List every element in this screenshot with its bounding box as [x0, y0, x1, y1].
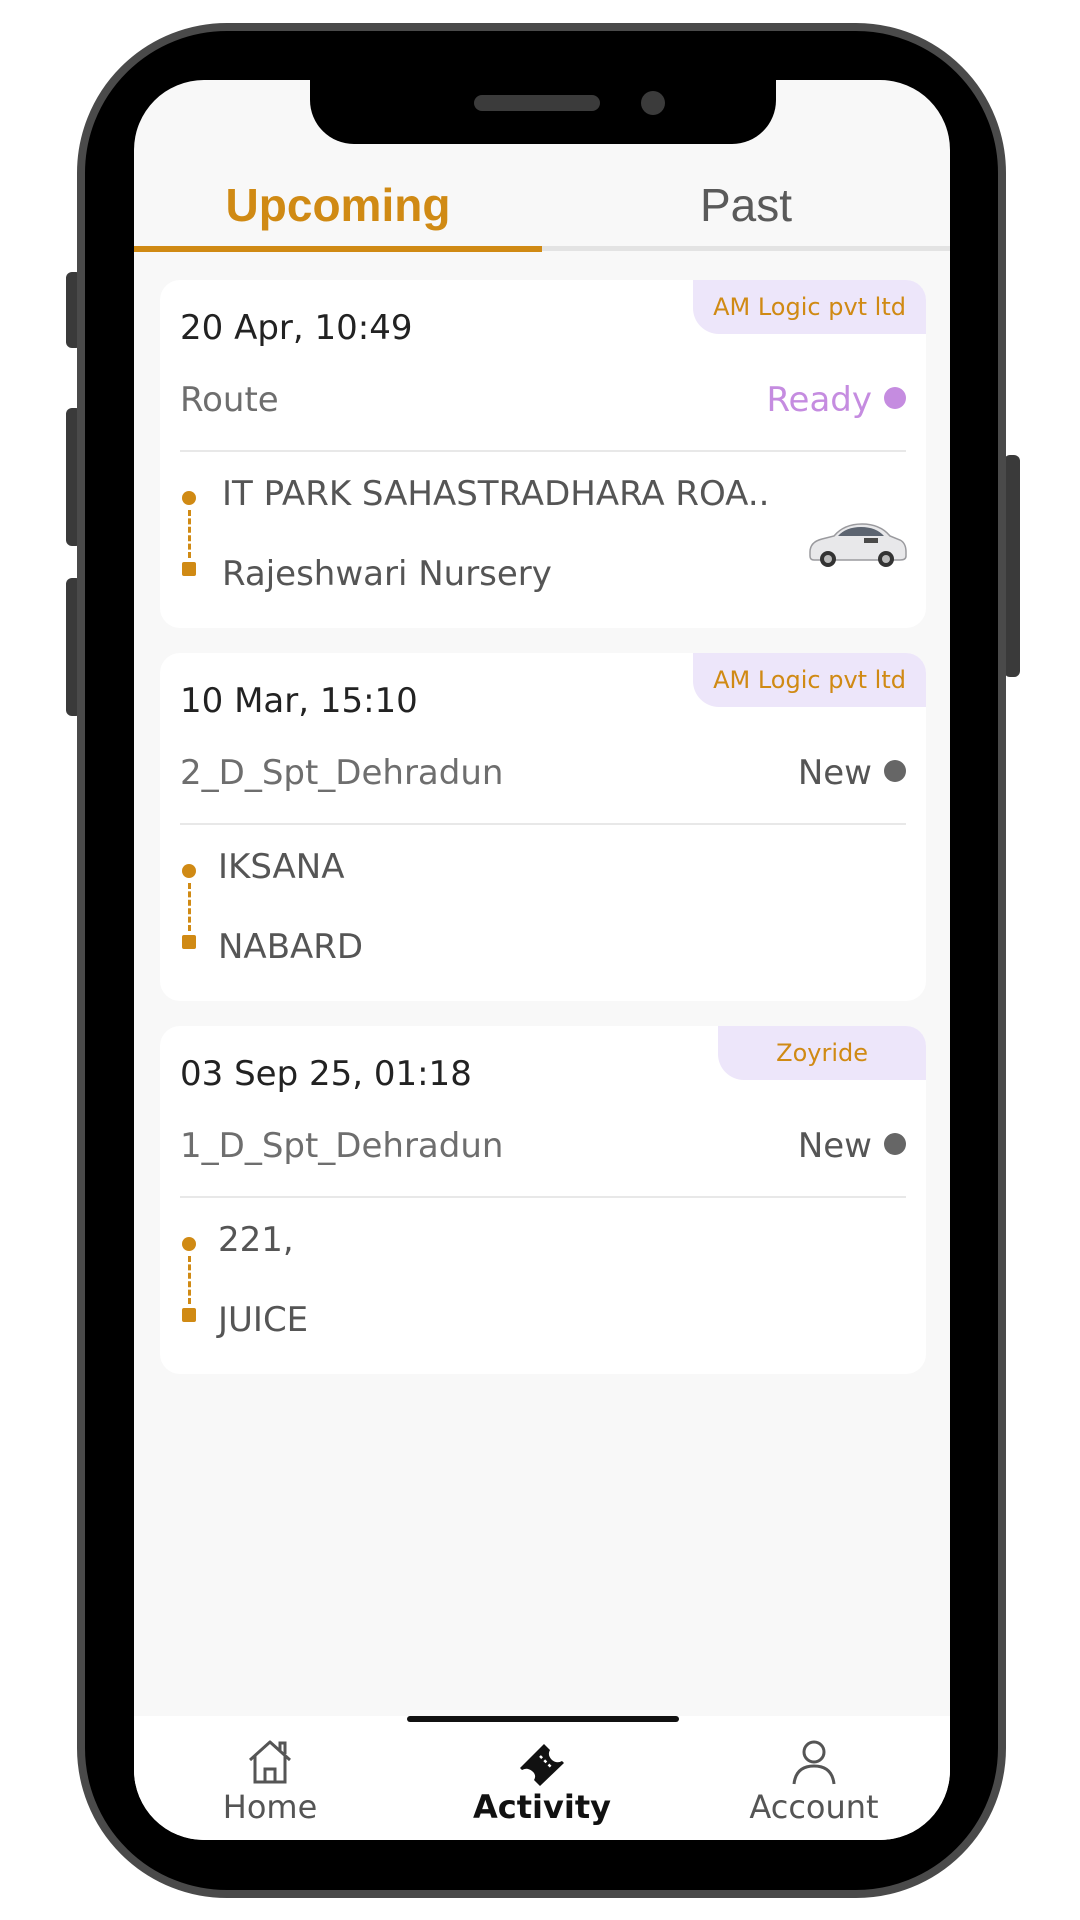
status-dot — [884, 386, 906, 409]
drop-address: NABARD — [218, 927, 364, 967]
car-icon — [809, 523, 907, 567]
nav-home[interactable]: Home — [134, 1728, 406, 1838]
pickup-dot-icon — [182, 491, 196, 505]
nav-activity-label: Activity — [473, 1788, 611, 1826]
tab-active-indicator — [134, 246, 542, 252]
tab-past[interactable]: Past — [542, 160, 950, 250]
ride-datetime: 03 Sep 25, 01:18 — [180, 1054, 472, 1094]
ticket-icon — [520, 1744, 564, 1786]
pickup-address: 221, — [218, 1220, 294, 1260]
drop-address: JUICE — [218, 1300, 309, 1340]
pickup-address: IT PARK SAHASTRADHARA ROA.. — [222, 474, 770, 514]
company-badge: AM Logic pvt ltd — [693, 280, 926, 334]
route-line — [188, 883, 191, 931]
ride-route: Route — [180, 380, 279, 420]
ride-tabs: Upcoming Past — [134, 160, 950, 250]
home-icon — [248, 1740, 292, 1784]
ride-card[interactable]: AM Logic pvt ltd 20 Apr, 10:49 Route Rea… — [160, 280, 926, 628]
status-dot — [884, 759, 906, 782]
company-badge: AM Logic pvt ltd — [693, 653, 926, 707]
divider — [180, 1196, 906, 1198]
ride-card[interactable]: Zoyride 03 Sep 25, 01:18 1_D_Spt_Dehradu… — [160, 1026, 926, 1374]
front-camera — [641, 91, 665, 115]
ride-status: New — [798, 753, 906, 793]
drop-square-icon — [182, 1308, 196, 1322]
ride-route: 1_D_Spt_Dehradun — [180, 1126, 504, 1166]
ride-datetime: 10 Mar, 15:10 — [180, 681, 418, 721]
tab-upcoming[interactable]: Upcoming — [134, 160, 542, 250]
drop-square-icon — [182, 562, 196, 576]
ride-status: Ready — [766, 380, 906, 420]
status-label: New — [797, 753, 872, 793]
drop-address: Rajeshwari Nursery — [222, 554, 552, 594]
pickup-dot-icon — [182, 864, 196, 878]
status-dot — [884, 1132, 906, 1155]
divider — [180, 450, 906, 452]
nav-account-label: Account — [749, 1788, 879, 1826]
pickup-dot-icon — [182, 1237, 196, 1251]
nav-account[interactable]: Account — [678, 1728, 950, 1838]
bottom-navigation: Home Activity Account — [134, 1716, 950, 1840]
ride-status: New — [798, 1126, 906, 1166]
ride-card[interactable]: AM Logic pvt ltd 10 Mar, 15:10 2_D_Spt_D… — [160, 653, 926, 1001]
ride-datetime: 20 Apr, 10:49 — [180, 308, 413, 348]
notch — [310, 80, 776, 144]
nav-activity[interactable]: Activity — [406, 1728, 678, 1838]
app-screen: Upcoming Past AM Logic pvt ltd 20 Apr, 1… — [134, 80, 950, 1840]
ride-route: 2_D_Spt_Dehradun — [180, 753, 504, 793]
pickup-address: IKSANA — [218, 847, 345, 887]
nav-active-indicator — [407, 1716, 679, 1722]
status-label: New — [797, 1126, 872, 1166]
route-line — [188, 510, 191, 558]
user-icon — [792, 1740, 836, 1785]
drop-square-icon — [182, 935, 196, 949]
speaker — [474, 95, 600, 111]
company-badge: Zoyride — [718, 1026, 926, 1080]
nav-home-label: Home — [222, 1788, 318, 1826]
power-button — [1004, 455, 1020, 677]
route-line — [188, 1256, 191, 1304]
status-label: Ready — [766, 380, 872, 420]
divider — [180, 823, 906, 825]
